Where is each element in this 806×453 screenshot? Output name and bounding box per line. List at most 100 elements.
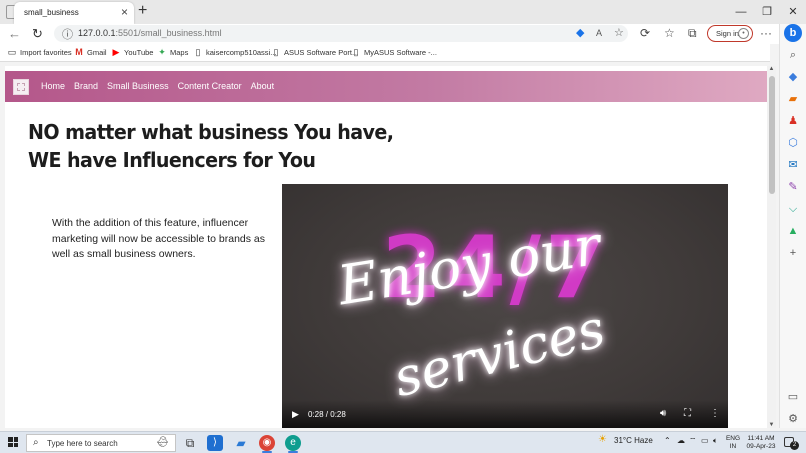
fav-label: Gmail — [87, 48, 107, 57]
more-menu-icon[interactable]: ··· — [760, 26, 772, 40]
battery-icon[interactable]: ▭ — [701, 436, 709, 445]
nav-small-business[interactable]: Small Business — [107, 81, 169, 91]
file-explorer-icon[interactable]: ▰ — [233, 435, 249, 451]
designer-icon[interactable]: ✎ — [786, 180, 800, 194]
headline-line-2: WE have Influencers for You — [28, 148, 316, 172]
language-region: IN — [729, 443, 737, 450]
fav-label: YouTube — [124, 48, 154, 57]
games-icon[interactable]: ♟ — [786, 114, 800, 128]
site-logo[interactable] — [13, 79, 29, 95]
page-headline: NO matter what business You have, WE hav… — [28, 118, 394, 174]
url-field[interactable]: ⓘ 127.0.0.1:5501/small_business.html ◆ A… — [54, 25, 628, 42]
restore-icon[interactable]: ❐ — [754, 0, 780, 24]
drop-icon[interactable]: ⌵ — [786, 202, 800, 216]
logo-mark — [17, 83, 25, 91]
fav-label: MyASUS Software -... — [364, 48, 437, 57]
outlook-icon[interactable]: ✉ — [786, 158, 800, 172]
tools-icon[interactable]: ▰ — [786, 92, 800, 106]
folder-icon: ▭ — [7, 47, 17, 57]
page-scrollbar[interactable]: ▲ ▼ — [767, 66, 776, 428]
refresh-icon[interactable]: ↻ — [32, 26, 43, 42]
search-icon[interactable]: ⌕ — [786, 48, 800, 62]
site-info-icon[interactable]: ⓘ — [62, 26, 73, 42]
close-tab-icon[interactable]: × — [121, 5, 128, 19]
headline-line-1: NO matter what business You have, — [28, 120, 394, 144]
show-hidden-icons-icon[interactable]: ⌃ — [664, 436, 671, 445]
split-screen-icon[interactable]: ▭ — [786, 390, 800, 404]
shopping-tag-icon[interactable]: ◆ — [576, 26, 584, 39]
volume-icon[interactable]: 🔊︎ — [660, 408, 666, 419]
tab-title: small_business — [24, 8, 79, 17]
window-controls: — ❐ ✕ — [728, 0, 806, 24]
signin-button[interactable]: Sign in • — [707, 25, 753, 42]
taskbar-search-placeholder: Type here to search — [47, 439, 118, 448]
scrollbar-thumb[interactable] — [769, 76, 775, 194]
language-indicator[interactable]: ENG IN — [724, 435, 742, 451]
fav-label: Maps — [170, 48, 189, 57]
new-tab-icon[interactable]: + — [138, 2, 147, 20]
page-icon: ▯ — [273, 47, 279, 57]
clock[interactable]: 11:41 AM 09-Apr-23 — [744, 435, 778, 451]
fav-label: kaisercomp510assi... — [206, 48, 277, 57]
windows-start-icon[interactable] — [8, 437, 18, 447]
avatar-icon: • — [738, 28, 749, 39]
close-window-icon[interactable]: ✕ — [780, 0, 806, 24]
video-more-icon[interactable]: ⋮ — [710, 408, 720, 419]
vscode-icon[interactable]: ⟩ — [207, 435, 223, 451]
promo-video[interactable]: 24/7 Enjoy our services ▶ 0:28 / 0:28 🔊︎… — [282, 184, 728, 428]
fav-import-favorites[interactable]: ▭ Import favorites — [7, 47, 72, 58]
page-icon: ▯ — [195, 47, 201, 57]
read-aloud-icon[interactable]: A — [596, 28, 602, 38]
bing-chat-icon[interactable]: b — [784, 24, 802, 42]
task-view-icon[interactable]: ⧉ — [182, 435, 198, 451]
favorite-star-icon[interactable]: ☆ — [614, 26, 624, 39]
site-navbar: Home Brand Small Business Content Creato… — [5, 71, 767, 102]
url-path: :5501/small_business.html — [115, 28, 222, 38]
language-code: ENG — [725, 435, 741, 442]
weather-icon[interactable]: ☀ — [598, 434, 607, 445]
collections-icon[interactable]: ⧉ — [688, 26, 697, 41]
extensions-icon[interactable]: ⟳ — [640, 26, 650, 40]
maps-icon: ✦ — [158, 47, 166, 57]
nav-content-creator[interactable]: Content Creator — [178, 81, 242, 91]
gmail-icon: M — [75, 47, 83, 57]
network-icon[interactable]: ⌔ — [689, 436, 697, 446]
scroll-up-icon[interactable]: ▲ — [767, 66, 776, 72]
fav-gmail[interactable]: M Gmail — [74, 47, 107, 57]
nav-brand[interactable]: Brand — [74, 81, 98, 91]
add-sidebar-app-icon[interactable]: + — [786, 246, 800, 260]
edge-sidebar: b ⌕ ◆ ▰ ♟ ⬡ ✉ ✎ ⌵ ▲ + ▭ ⚙ — [779, 24, 806, 428]
scroll-down-icon[interactable]: ▼ — [767, 422, 776, 428]
video-time: 0:28 / 0:28 — [308, 410, 346, 419]
fav-youtube[interactable]: ▶ YouTube — [111, 47, 154, 58]
video-controls: ▶ 0:28 / 0:28 🔊︎ ⛶ ⋮ — [282, 400, 728, 428]
nav-links: Home Brand Small Business Content Creato… — [41, 81, 274, 91]
onedrive-icon[interactable]: ☁ — [677, 436, 685, 445]
minimize-icon[interactable]: — — [728, 0, 754, 24]
url-text: 127.0.0.1:5501/small_business.html — [78, 28, 222, 38]
nav-about[interactable]: About — [251, 81, 275, 91]
browser-tab[interactable]: small_business × — [14, 2, 134, 24]
fav-maps[interactable]: ✦ Maps — [157, 47, 188, 58]
sidebar-settings-icon[interactable]: ⚙ — [786, 412, 800, 426]
edge-icon[interactable]: e — [285, 435, 301, 451]
taskbar-search-box[interactable]: ⌕ Type here to search 🐣︎ — [26, 434, 176, 452]
favorites-icon[interactable]: ☆ — [664, 26, 675, 40]
volume-muted-icon[interactable]: 🔈︎ — [713, 436, 718, 446]
weather-text[interactable]: 31°C Haze — [614, 436, 653, 445]
signin-label: Sign in — [716, 29, 739, 38]
chrome-icon[interactable]: ◉ — [259, 435, 275, 451]
url-host: 127.0.0.1 — [78, 28, 116, 38]
play-icon[interactable]: ▶ — [292, 409, 299, 420]
fav-kaisercomp[interactable]: ▯ kaisercomp510assi... — [193, 47, 277, 58]
back-icon[interactable]: ← — [8, 26, 21, 41]
nav-home[interactable]: Home — [41, 81, 65, 91]
microsoft-365-icon[interactable]: ⬡ — [786, 136, 800, 150]
page-icon: ▯ — [353, 47, 359, 57]
fullscreen-icon[interactable]: ⛶ — [684, 408, 691, 419]
tree-icon[interactable]: ▲ — [786, 224, 800, 238]
intro-paragraph: With the addition of this feature, influ… — [52, 217, 266, 260]
fav-asus-software-portal[interactable]: ▯ ASUS Software Port... — [271, 47, 359, 58]
shopping-icon[interactable]: ◆ — [786, 70, 800, 84]
fav-myasus-software[interactable]: ▯ MyASUS Software -... — [351, 47, 437, 58]
